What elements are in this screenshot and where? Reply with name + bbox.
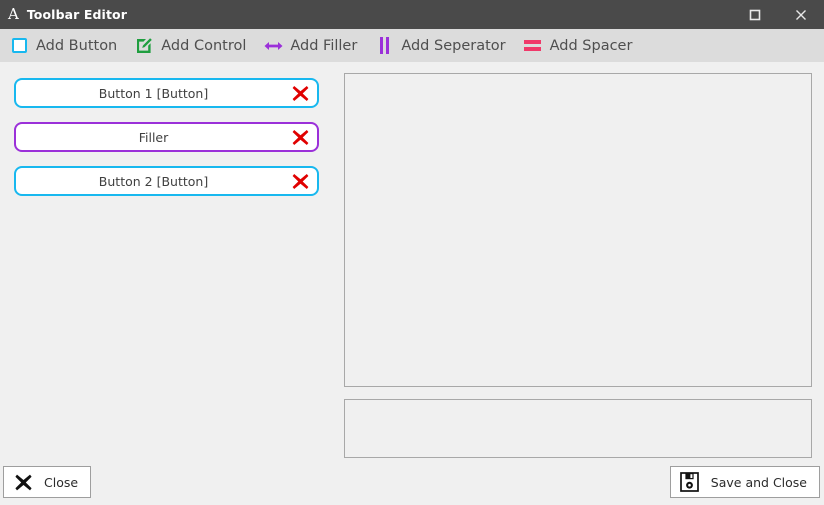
maximize-button[interactable] bbox=[732, 0, 778, 29]
add-filler-action[interactable]: Add Filler bbox=[261, 31, 364, 60]
delete-x-icon[interactable] bbox=[289, 82, 311, 104]
vertical-bars-icon bbox=[374, 36, 394, 56]
app-logo-icon: A bbox=[8, 4, 19, 23]
close-window-button[interactable] bbox=[778, 0, 824, 29]
maximize-icon bbox=[749, 9, 761, 21]
properties-panel[interactable] bbox=[344, 399, 812, 458]
close-button[interactable]: Close bbox=[3, 466, 92, 498]
close-icon bbox=[795, 9, 807, 21]
footer-bar: Close Save and Close bbox=[0, 460, 824, 505]
horizontal-bars-icon bbox=[523, 36, 543, 56]
square-outline-icon bbox=[9, 36, 29, 56]
toolbar: Add Button Add Control Add Filler Add Se… bbox=[0, 29, 824, 62]
floppy-disk-icon bbox=[679, 471, 701, 493]
list-item[interactable]: Button 2 [Button] bbox=[14, 166, 319, 196]
pencil-square-icon bbox=[134, 36, 154, 56]
add-control-label: Add Control bbox=[161, 37, 247, 54]
add-filler-label: Add Filler bbox=[290, 37, 358, 54]
add-control-action[interactable]: Add Control bbox=[132, 31, 253, 60]
add-spacer-action[interactable]: Add Spacer bbox=[521, 31, 640, 60]
toolbar-editor-window: A Toolbar Editor Add Button Add Control … bbox=[0, 0, 824, 505]
add-button-label: Add Button bbox=[36, 37, 118, 54]
save-and-close-button-label: Save and Close bbox=[710, 474, 807, 490]
list-item[interactable]: Button 1 [Button] bbox=[14, 78, 319, 108]
list-item-label: Filler bbox=[138, 129, 169, 145]
double-arrow-horizontal-icon bbox=[263, 36, 283, 56]
add-separator-label: Add Seperator bbox=[401, 37, 506, 54]
editor-body: Button 1 [Button] Filler Button 2 [Butto… bbox=[0, 62, 824, 460]
window-title: Toolbar Editor bbox=[26, 7, 127, 22]
preview-panel[interactable] bbox=[344, 73, 812, 387]
close-button-label: Close bbox=[44, 474, 79, 490]
delete-x-icon[interactable] bbox=[289, 170, 311, 192]
list-item-label: Button 2 [Button] bbox=[98, 173, 209, 189]
add-spacer-label: Add Spacer bbox=[549, 37, 633, 54]
save-and-close-button[interactable]: Save and Close bbox=[669, 466, 820, 498]
add-button-action[interactable]: Add Button bbox=[7, 31, 124, 60]
list-item[interactable]: Filler bbox=[14, 122, 319, 152]
list-item-label: Button 1 [Button] bbox=[98, 85, 209, 101]
add-separator-action[interactable]: Add Seperator bbox=[372, 31, 512, 60]
delete-x-icon[interactable] bbox=[289, 126, 311, 148]
toolbar-item-list: Button 1 [Button] Filler Button 2 [Butto… bbox=[14, 78, 319, 210]
titlebar: A Toolbar Editor bbox=[0, 0, 824, 29]
x-icon bbox=[12, 471, 34, 493]
